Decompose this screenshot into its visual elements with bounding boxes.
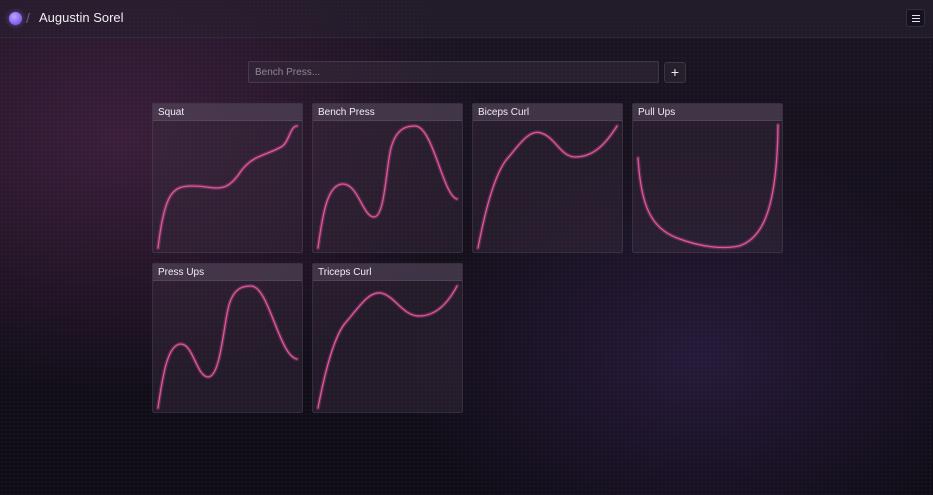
exercise-card-press-ups[interactable]: Press Ups — [152, 263, 303, 413]
progress-chart — [156, 283, 299, 410]
exercise-card-squat[interactable]: Squat — [152, 103, 303, 253]
exercise-card-biceps-curl[interactable]: Biceps Curl — [472, 103, 623, 253]
exercise-card-title: Pull Ups — [633, 104, 782, 121]
exercise-card-title: Squat — [153, 104, 302, 121]
exercise-card-triceps-curl[interactable]: Triceps Curl — [312, 263, 463, 413]
menu-button[interactable] — [906, 9, 925, 27]
progress-chart — [476, 124, 619, 250]
search-input[interactable] — [248, 61, 659, 83]
progress-chart — [636, 123, 780, 250]
exercise-card-bench-press[interactable]: Bench Press — [312, 103, 463, 253]
hamburger-icon — [911, 14, 920, 22]
user-name[interactable]: Augustin Sorel — [39, 10, 124, 26]
top-bar: / Augustin Sorel — [0, 0, 933, 38]
progress-chart — [156, 124, 299, 250]
progress-chart — [316, 123, 459, 250]
exercise-card-title: Press Ups — [153, 264, 302, 281]
exercise-card-title: Biceps Curl — [473, 104, 622, 121]
exercise-card-pull-ups[interactable]: Pull Ups — [632, 103, 783, 253]
breadcrumb-separator: / — [26, 10, 30, 26]
add-exercise-button[interactable]: + — [664, 62, 686, 83]
avatar[interactable] — [9, 12, 22, 25]
exercise-card-title: Bench Press — [313, 104, 462, 121]
exercise-card-title: Triceps Curl — [313, 264, 462, 281]
progress-chart — [316, 284, 459, 410]
